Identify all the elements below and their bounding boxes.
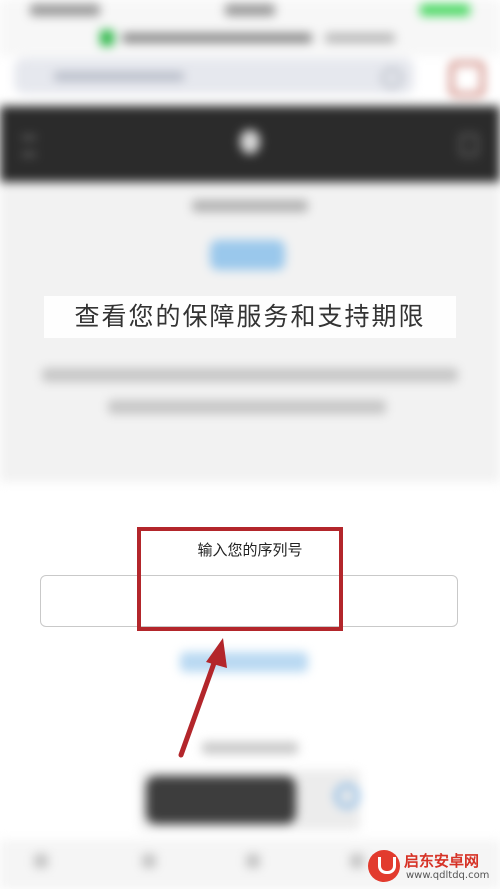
captcha-label [202, 742, 298, 754]
share-icon[interactable] [246, 854, 260, 868]
status-bar [0, 0, 500, 22]
find-serial-link[interactable] [180, 652, 308, 672]
apple-logo-icon[interactable] [240, 130, 260, 154]
refresh-icon[interactable] [335, 784, 359, 808]
site-navbar [0, 106, 500, 182]
address-bar[interactable] [14, 58, 414, 94]
menu-icon[interactable] [22, 136, 36, 156]
serial-number-label: 输入您的序列号 [197, 541, 303, 559]
captcha-glyphs [146, 776, 296, 824]
watermark-brand: 启东安卓网 [404, 852, 480, 870]
site-identity-row [0, 22, 500, 56]
address-text [54, 72, 184, 81]
watermark-url: www.qdltdq.com [406, 870, 490, 881]
back-icon[interactable] [34, 854, 48, 868]
lock-icon [100, 30, 114, 46]
forward-icon[interactable] [142, 854, 156, 868]
shopping-bag-icon[interactable] [460, 134, 478, 156]
serial-number-input[interactable] [40, 575, 458, 627]
battery-icon [420, 4, 470, 16]
tabs-button[interactable] [450, 62, 484, 96]
site-identity-detail [325, 33, 395, 43]
watermark: 启东安卓网 www.qdltdq.com [368, 848, 500, 886]
hero-description-line [108, 400, 386, 414]
hero-link-button[interactable] [210, 240, 285, 270]
captcha-image [140, 770, 360, 830]
hero-description-line [42, 368, 458, 382]
carrier-signal [30, 4, 100, 16]
watermark-logo-icon [368, 850, 400, 882]
bookmarks-icon[interactable] [350, 854, 364, 868]
reload-icon[interactable] [382, 68, 402, 88]
page-headline: 查看您的保障服务和支持期限 [44, 296, 456, 338]
hero-subtitle [192, 200, 308, 212]
site-identity-text [122, 33, 312, 43]
clock [225, 4, 275, 16]
